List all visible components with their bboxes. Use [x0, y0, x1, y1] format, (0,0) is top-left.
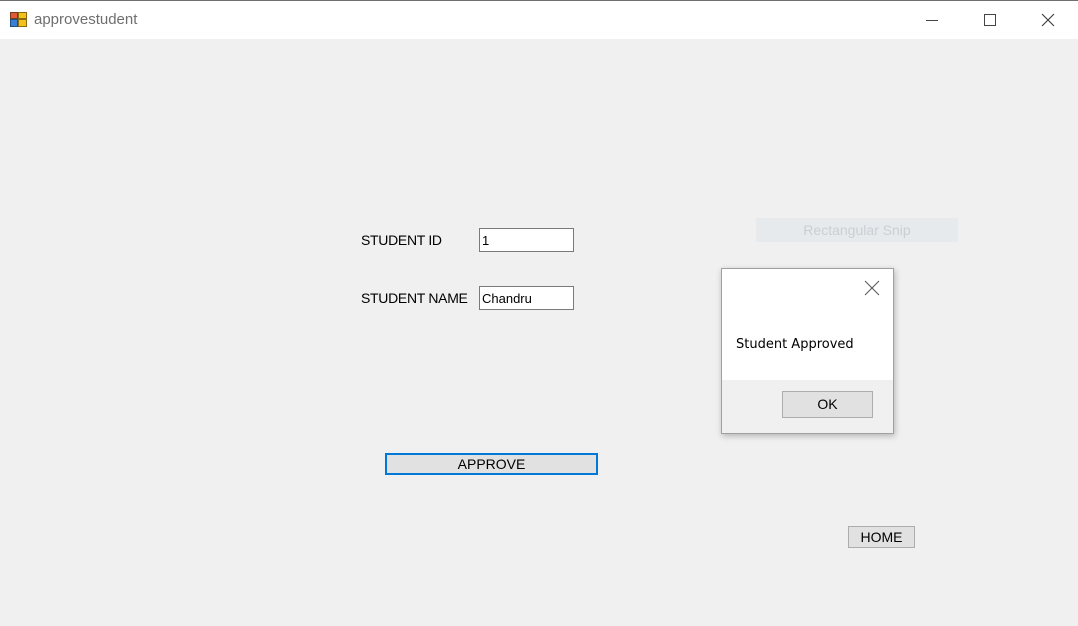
student-id-input[interactable]	[479, 228, 574, 252]
student-name-input[interactable]	[479, 286, 574, 310]
ok-button[interactable]: OK	[782, 391, 873, 418]
dialog-close-button[interactable]	[863, 279, 881, 297]
student-id-label: STUDENT ID	[361, 232, 442, 248]
student-name-label: STUDENT NAME	[361, 290, 468, 306]
minimize-button[interactable]	[903, 1, 961, 39]
close-button[interactable]	[1019, 1, 1077, 39]
rectangular-snip-overlay: Rectangular Snip	[756, 218, 958, 242]
minimize-icon	[926, 20, 938, 21]
app-icon[interactable]	[10, 11, 27, 28]
maximize-button[interactable]	[961, 1, 1019, 39]
window-title: approvestudent	[34, 11, 138, 28]
home-button[interactable]: HOME	[848, 526, 915, 548]
message-box-dialog: Student Approved OK	[721, 268, 894, 434]
close-icon	[864, 280, 880, 296]
close-icon	[1041, 13, 1055, 27]
approve-button[interactable]: APPROVE	[385, 453, 598, 475]
maximize-icon	[984, 14, 996, 26]
dialog-message: Student Approved	[736, 337, 854, 352]
title-bar: approvestudent	[0, 0, 1078, 39]
dialog-footer: OK	[722, 380, 893, 433]
